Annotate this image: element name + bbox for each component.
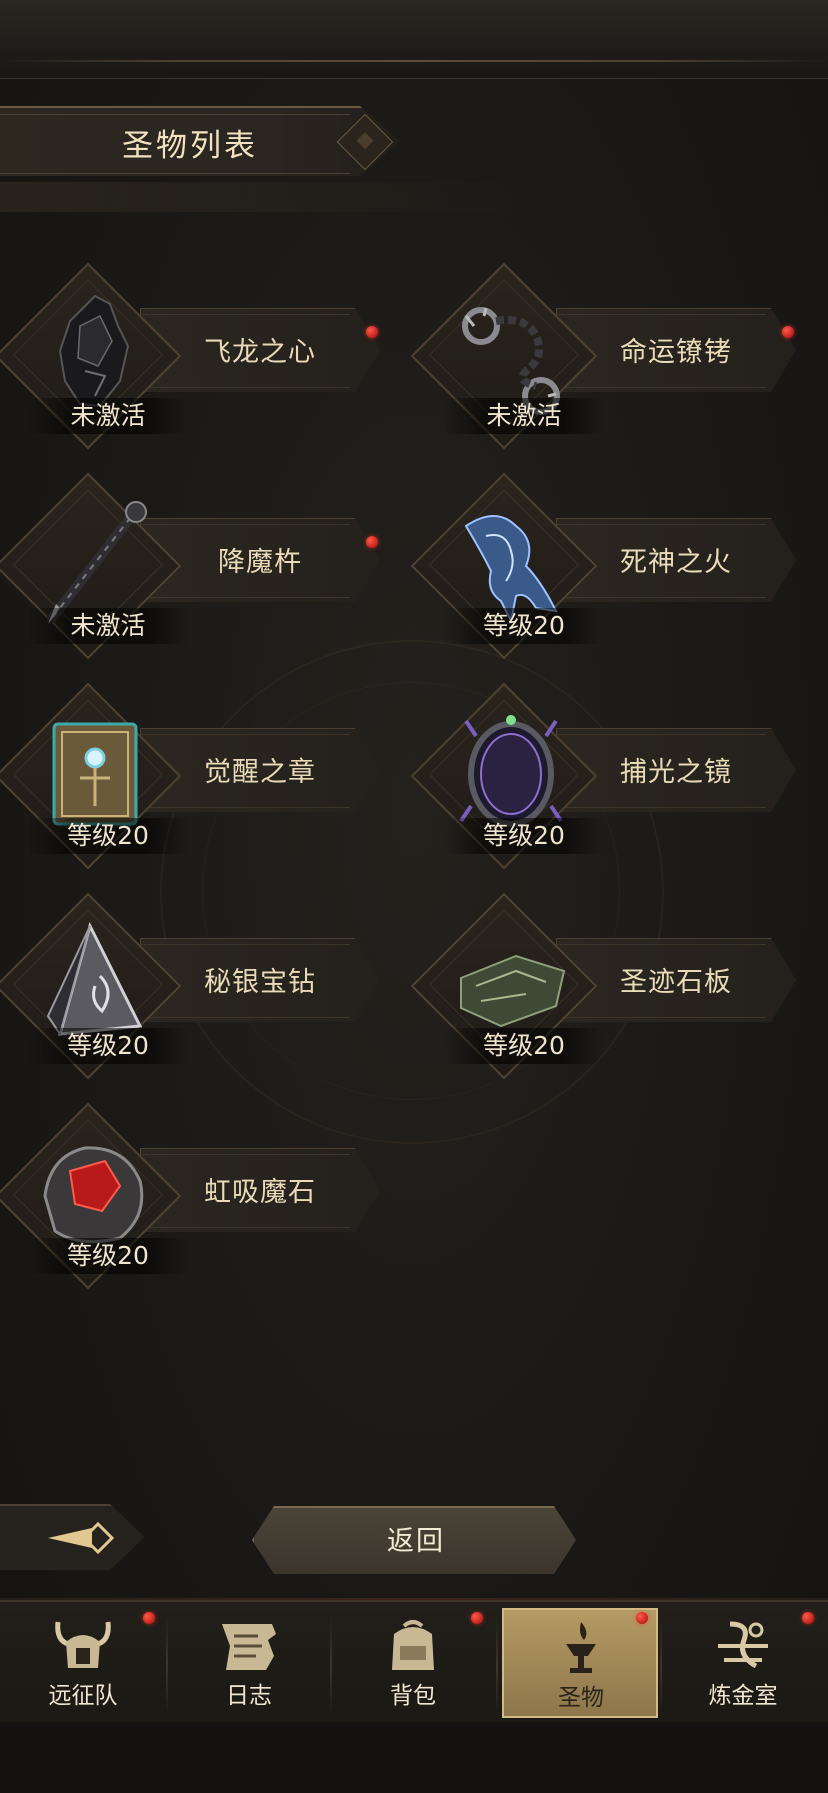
relic-item[interactable]: 命运镣铐 未激活 <box>410 262 796 458</box>
nav-separator <box>660 1616 662 1716</box>
back-button-label: 返回 <box>387 1526 445 1557</box>
relic-name: 捕光之镜 <box>620 757 732 788</box>
relic-status: 未激活 <box>444 398 604 434</box>
relic-status: 等级20 <box>444 608 604 644</box>
relic-name: 飞龙之心 <box>204 337 316 368</box>
scroll-icon <box>216 1616 282 1676</box>
mithril-pyramid-icon <box>40 916 150 1046</box>
nav-label: 日志 <box>226 1683 272 1709</box>
nav-label: 背包 <box>390 1683 436 1709</box>
nav-item-relics[interactable]: 圣物 <box>502 1608 658 1718</box>
relic-status: 等级20 <box>28 1238 188 1274</box>
nav-bottom-area <box>0 1722 828 1793</box>
relic-item[interactable]: 死神之火 等级20 <box>410 472 796 668</box>
notification-dot <box>782 326 794 338</box>
notification-dot <box>366 326 378 338</box>
nav-separator <box>496 1616 498 1716</box>
relic-item[interactable]: 觉醒之章 等级20 <box>0 682 380 878</box>
nav-item-backpack[interactable]: 背包 <box>336 1608 490 1718</box>
notification-dot <box>471 1612 483 1624</box>
nav-item-expedition[interactable]: 远征队 <box>6 1608 160 1718</box>
banner-shadow <box>0 182 520 212</box>
nav-separator <box>330 1616 332 1716</box>
notification-dot <box>366 536 378 548</box>
relic-name: 秘银宝钻 <box>204 967 316 998</box>
page-title: 圣物列表 <box>122 128 258 164</box>
demon-scepter-icon <box>40 496 150 626</box>
relic-item[interactable]: 降魔杵 未激活 <box>0 472 380 668</box>
dragon-heart-icon <box>40 286 150 416</box>
chain-shackles-icon <box>456 286 566 416</box>
nav-label: 圣物 <box>558 1685 604 1711</box>
alchemy-icon <box>710 1616 776 1676</box>
nav-separator <box>166 1616 168 1716</box>
notification-dot <box>143 1612 155 1624</box>
top-ornament-strip <box>0 0 828 79</box>
relic-item[interactable]: 虹吸魔石 等级20 <box>0 1102 380 1298</box>
relic-name: 死神之火 <box>620 547 732 578</box>
nav-label: 炼金室 <box>708 1683 778 1709</box>
relic-item[interactable]: 圣迹石板 等级20 <box>410 892 796 1088</box>
notification-dot <box>802 1612 814 1624</box>
relic-item[interactable]: 捕光之镜 等级20 <box>410 682 796 878</box>
relic-status: 未激活 <box>28 398 188 434</box>
notification-dot <box>636 1612 648 1624</box>
blue-flame-hand-icon <box>456 496 566 626</box>
relic-name: 觉醒之章 <box>204 757 316 788</box>
relic-name: 降魔杵 <box>218 547 302 578</box>
nav-item-alchemy[interactable]: 炼金室 <box>666 1608 820 1718</box>
nav-label: 远征队 <box>48 1683 118 1709</box>
relic-item[interactable]: 秘银宝钻 等级20 <box>0 892 380 1088</box>
relic-name: 圣迹石板 <box>620 967 732 998</box>
arrow-left-icon[interactable] <box>46 1520 120 1556</box>
app-root: 圣物列表 飞龙之心 未激活 命运镣铐 未激活 降魔杵 未激活 死神之火 等级20… <box>0 0 828 1793</box>
relic-item[interactable]: 飞龙之心 未激活 <box>0 262 380 458</box>
relic-status: 未激活 <box>28 608 188 644</box>
relic-status: 等级20 <box>28 1028 188 1064</box>
relic-status: 等级20 <box>444 818 604 854</box>
stone-tablet-icon <box>456 916 566 1046</box>
relic-status: 等级20 <box>28 818 188 854</box>
horned-helmet-icon <box>50 1616 116 1676</box>
relic-status: 等级20 <box>444 1028 604 1064</box>
awakening-tome-icon <box>40 706 150 836</box>
relic-name: 虹吸魔石 <box>204 1177 316 1208</box>
siphon-stone-icon <box>40 1126 150 1256</box>
light-mirror-icon <box>456 706 566 836</box>
torch-chalice-icon <box>548 1618 614 1678</box>
nav-item-log[interactable]: 日志 <box>172 1608 326 1718</box>
backpack-icon <box>380 1616 446 1676</box>
relic-name: 命运镣铐 <box>620 337 732 368</box>
back-button[interactable]: 返回 <box>252 1506 576 1574</box>
